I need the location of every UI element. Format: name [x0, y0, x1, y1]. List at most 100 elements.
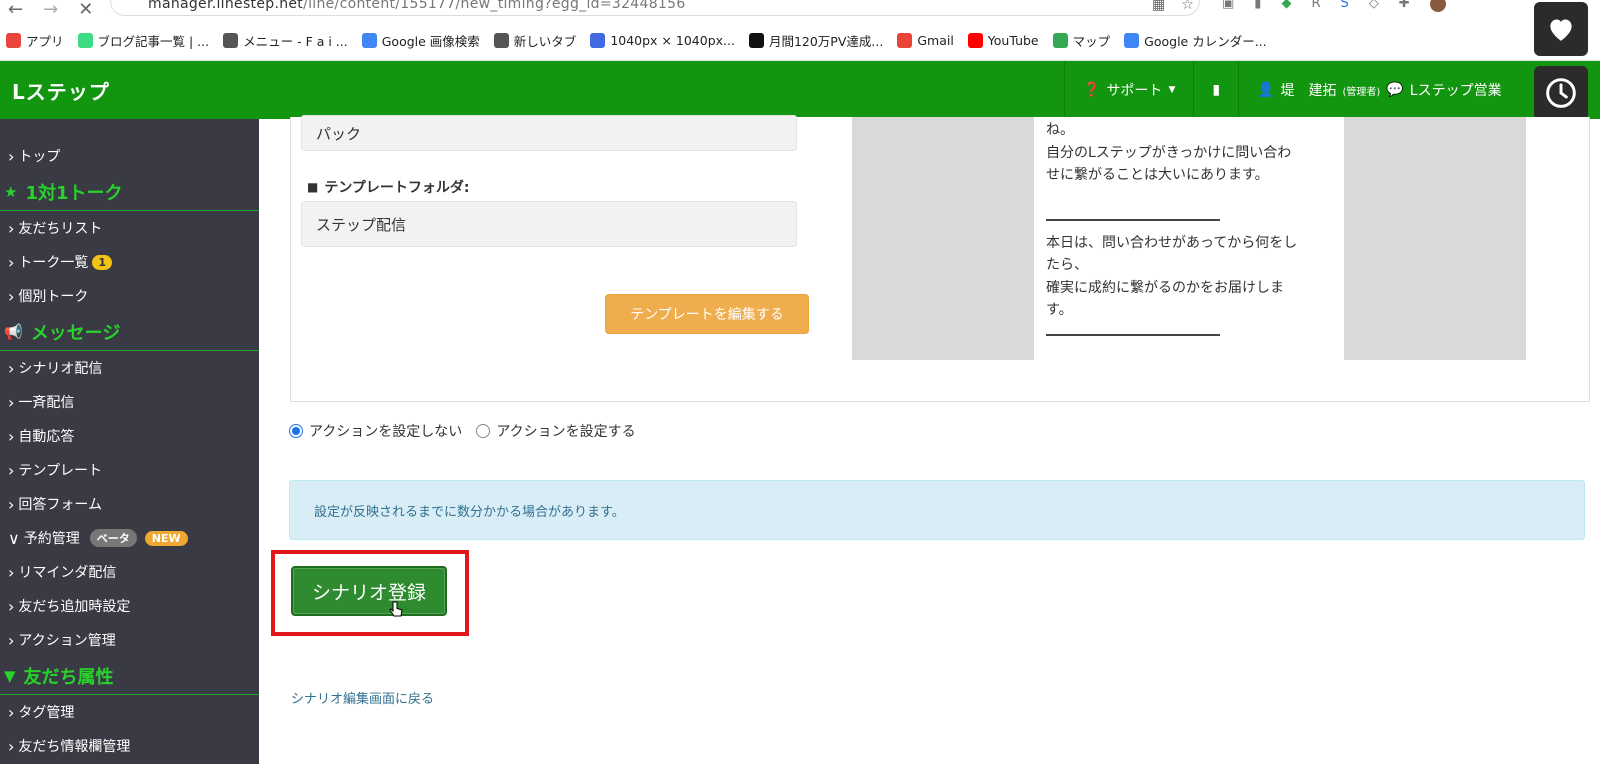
preview-divider: [1046, 334, 1220, 336]
sidebar-item[interactable]: › リマインダ配信: [0, 555, 259, 589]
stats-button[interactable]: ▮: [1194, 82, 1238, 98]
extension-icon[interactable]: R: [1311, 0, 1320, 12]
sidebar-item[interactable]: › シナリオ配信: [0, 351, 259, 385]
sidebar-item[interactable]: › テンプレート: [0, 453, 259, 487]
bookmark-item[interactable]: 1040px × 1040px...: [590, 32, 735, 48]
bookmark-item[interactable]: 新しいタブ: [493, 31, 576, 50]
bookmark-item[interactable]: マップ: [1052, 31, 1111, 50]
qr-icon[interactable]: ▦: [1152, 0, 1165, 13]
extension-icon[interactable]: ◆: [1281, 0, 1291, 12]
youtube-icon: [967, 32, 983, 48]
close-icon[interactable]: ✕: [78, 1, 93, 19]
puzzle-icon[interactable]: ✚: [1399, 0, 1410, 12]
preview-right-margin: [1344, 117, 1526, 360]
folder-label-text: テンプレートフォルダ:: [324, 180, 470, 196]
sidebar-item[interactable]: › 友だちリスト: [0, 211, 259, 245]
back-arrow-icon[interactable]: ←: [8, 1, 23, 19]
avatar[interactable]: [1429, 0, 1446, 12]
bookmark-label: ブログ記事一覧 | ...: [97, 33, 210, 49]
sidebar-item-label: 予約管理: [23, 531, 80, 547]
chevron-right-icon: ›: [8, 146, 15, 166]
bookmark-item[interactable]: アプリ: [6, 31, 64, 50]
preview-left-margin: [852, 117, 1034, 360]
sidebar-item[interactable]: › トーク一覧 1: [0, 245, 259, 279]
support-label: サポート: [1106, 83, 1163, 99]
extension-icon[interactable]: ▣: [1222, 0, 1234, 12]
user-name: 堤 建拓: [1280, 83, 1337, 99]
tag-icon[interactable]: ◇: [1369, 0, 1379, 12]
preview-divider: [1046, 219, 1220, 221]
url-host: manager.linestep.net: [148, 0, 304, 12]
chevron-right-icon: ›: [8, 494, 15, 514]
unread-count-badge: 1: [92, 254, 113, 270]
radio-button[interactable]: [476, 424, 491, 438]
forward-arrow-icon[interactable]: →: [43, 1, 58, 19]
sidebar-item-label: 友だち属性: [23, 666, 114, 688]
star-bookmark-icon[interactable]: ☆: [1181, 0, 1194, 13]
sidebar-item[interactable]: › 自動応答: [0, 419, 259, 453]
bookmark-item[interactable]: Gmail: [897, 32, 954, 48]
chevron-right-icon: ›: [8, 460, 15, 480]
sidebar: › トップ ★ 1対1トーク › 友だちリスト › トーク一覧 1 › 個別トーク 📢 メッセージ › シナ…: [0, 119, 259, 764]
bookmark-label: マップ: [1072, 33, 1111, 49]
apps-grid-icon: [6, 32, 21, 48]
android-icon: [77, 32, 93, 48]
edit-template-button[interactable]: テンプレートを編集する: [605, 294, 809, 334]
pointer-cursor-icon: [389, 601, 403, 617]
radio-button-selected[interactable]: [289, 424, 303, 438]
register-scenario-button[interactable]: シナリオ登録: [291, 566, 447, 617]
account-name: Lステップ営業: [1409, 83, 1502, 99]
sidebar-item[interactable]: › アクション管理: [0, 623, 259, 657]
sidebar-item[interactable]: ∨ 予約管理 ベータ NEW: [0, 521, 259, 555]
sidebar-item[interactable]: › 一斉配信: [0, 385, 259, 419]
bookmark-item[interactable]: 月間120万PV達成...: [748, 31, 884, 50]
extension-icon[interactable]: ▮: [1254, 0, 1261, 12]
brand-logo[interactable]: Lステップ: [0, 76, 110, 105]
bookmark-item[interactable]: Google 画像検索: [361, 31, 480, 50]
user-menu[interactable]: 👤 堤 建拓 (管理者) 💬 Lステップ営業: [1239, 80, 1506, 100]
chevron-right-icon: ›: [8, 630, 15, 650]
caret-down-icon: ▼: [1168, 85, 1176, 95]
sidebar-item-label: トップ: [18, 149, 61, 165]
radio-set-action[interactable]: アクションを設定する: [476, 421, 636, 441]
history-widget[interactable]: [1534, 66, 1588, 120]
bookmark-item[interactable]: ブログ記事一覧 | ...: [77, 31, 210, 50]
favorite-widget[interactable]: [1534, 2, 1588, 56]
folder-icon: ■: [307, 180, 319, 194]
chevron-right-icon: ›: [8, 392, 15, 412]
w-icon: [748, 32, 764, 48]
beta-badge: ベータ: [89, 529, 137, 547]
url-text[interactable]: manager.linestep.net/line/content/155177…: [148, 0, 686, 12]
extension-icon[interactable]: S: [1341, 0, 1349, 12]
radio-no-action[interactable]: アクションを設定しない: [289, 421, 462, 441]
back-to-scenario-link[interactable]: シナリオ編集画面に戻る: [291, 688, 434, 707]
user-role: (管理者): [1342, 86, 1381, 98]
chevron-down-icon: ∨: [8, 528, 20, 548]
preview-line: す。: [1046, 302, 1073, 318]
star-icon: ★: [4, 182, 18, 201]
bookmark-label: 月間120万PV達成...: [768, 33, 884, 49]
bookmark-item[interactable]: Google カレンダー...: [1124, 31, 1267, 50]
sidebar-item-label: 回答フォーム: [18, 497, 102, 513]
sidebar-item[interactable]: › 友だち情報欄管理: [0, 729, 259, 763]
sidebar-item[interactable]: › タグ管理: [0, 695, 259, 729]
app-header: Lステップ ❓ サポート ▼ ▮ 👤 堤 建拓 (管理者) 💬 Lステップ営業: [0, 61, 1600, 119]
sidebar-item[interactable]: › 友だち追加時設定: [0, 589, 259, 623]
sidebar-item[interactable]: › 回答フォーム: [0, 487, 259, 521]
bar-chart-icon: ▮: [1212, 82, 1221, 98]
sidebar-item[interactable]: › 個別トーク: [0, 279, 259, 313]
preview-line: 自分のLステップがきっかけに問い合わ: [1046, 144, 1292, 161]
radio-set-action-label: アクションを設定する: [496, 424, 636, 440]
browser-nav: ← → ✕: [0, 1, 93, 19]
bookmark-label: Google カレンダー...: [1144, 33, 1267, 49]
bookmark-item[interactable]: メニュー - F a i ...: [223, 31, 348, 50]
question-circle-icon: ❓: [1083, 82, 1101, 98]
sidebar-section-header: ★ 1対1トーク: [0, 173, 259, 211]
sidebar-item[interactable]: › トップ: [0, 139, 259, 173]
chevron-right-icon: ›: [8, 562, 15, 582]
filter-icon: ▼: [4, 666, 16, 685]
google-icon: [361, 32, 377, 48]
bookmark-item[interactable]: YouTube: [967, 32, 1039, 48]
support-menu[interactable]: ❓ サポート ▼: [1065, 80, 1193, 100]
calendar-icon: [1124, 32, 1140, 48]
